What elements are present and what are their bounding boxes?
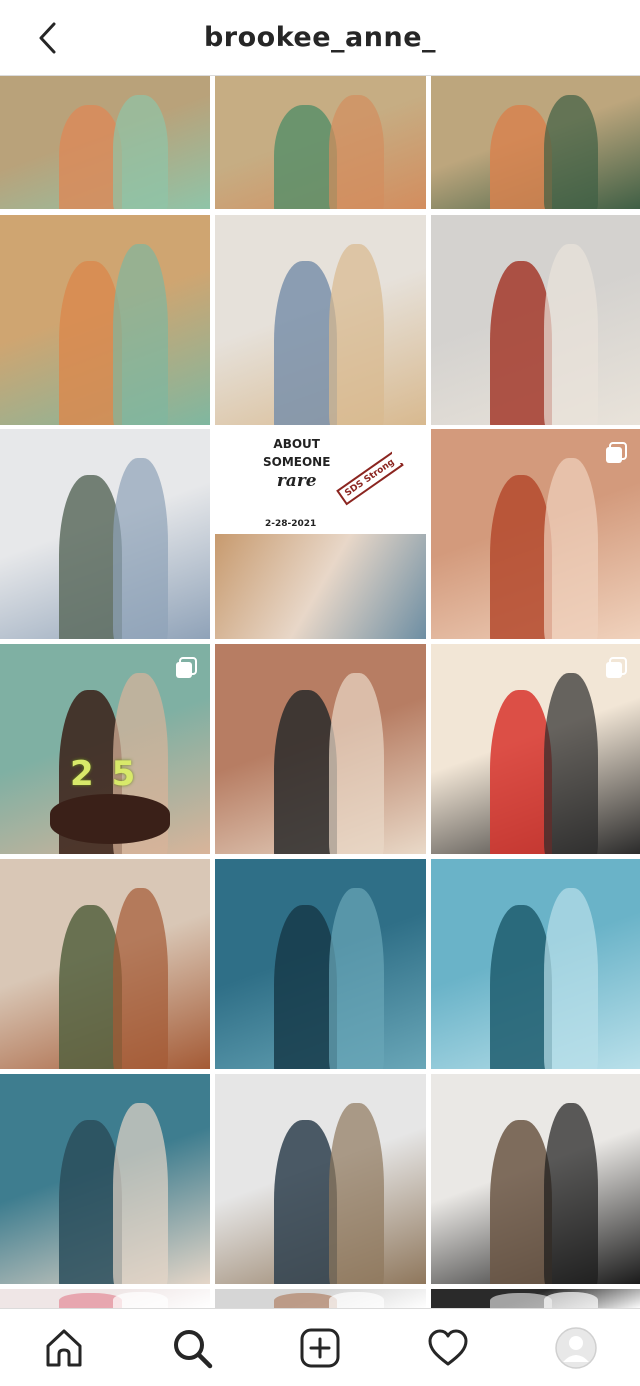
photo-subject [543,458,599,639]
tab-activity[interactable] [416,1316,480,1380]
post-thumbnail[interactable] [431,1074,640,1284]
photo-subject [328,673,384,854]
multiple-photos-icon [176,657,197,678]
photo-subject [328,1291,384,1308]
post-thumbnail[interactable] [215,859,426,1069]
post-thumbnail[interactable] [431,859,640,1069]
tab-create[interactable] [288,1316,352,1380]
bottom-tab-bar [0,1308,640,1386]
search-icon [174,1329,213,1368]
heart-icon [428,1329,468,1365]
back-button[interactable] [28,18,68,58]
post-thumbnail[interactable] [431,215,640,425]
post-thumbnail[interactable] [0,76,210,209]
photo-subject [543,1291,599,1308]
multiple-photos-icon [606,442,627,463]
post-thumbnail[interactable] [431,429,640,639]
photo-subject [543,1103,599,1284]
photo-subject [489,261,553,425]
photo-subject [328,94,384,209]
collage-text-line2: SOMEONE [263,455,331,469]
photo-subject [328,1103,384,1284]
post-thumbnail[interactable] [0,859,210,1069]
photo-subject [543,94,599,209]
photo-subject [489,105,553,209]
photo-subject [274,690,338,854]
photo-subject [113,1291,168,1308]
photo-subject [58,105,122,209]
photo-subject [274,1293,338,1308]
avatar-icon [555,1326,597,1369]
tab-profile[interactable] [544,1316,608,1380]
chevron-left-icon [39,22,56,54]
collage-date: 2-28-2021 [265,519,317,529]
photo-subject [489,905,553,1069]
photo-subject [328,888,384,1069]
post-thumbnail[interactable] [0,429,210,639]
profile-username: brookee_anne_ [203,22,437,53]
photo-subject [274,905,338,1069]
post-thumbnail[interactable] [0,215,210,425]
collage-text-line1: ABOUT [273,437,320,451]
photo-subject [113,458,168,639]
home-icon [46,1329,82,1366]
photo-subject [543,888,599,1069]
tab-search[interactable] [160,1316,224,1380]
photo-subject [113,244,168,425]
cake-candle-numbers: 25 [70,754,154,794]
collage-heading: ABOUT SOMEONE rare [263,435,330,491]
photo-subject [274,261,338,425]
photo-subject [58,905,122,1069]
collage-photo [215,534,426,639]
multiple-photos-icon [392,442,413,463]
post-thumbnail[interactable] [215,1074,426,1284]
photo-subject [543,673,599,854]
post-thumbnail[interactable]: 25 [0,644,210,854]
photo-subject [489,690,553,854]
photo-subject [113,94,168,209]
post-thumbnail[interactable] [431,1289,640,1308]
photo-subject [543,244,599,425]
photo-subject [58,475,122,639]
top-header: brookee_anne_ [0,0,640,76]
post-thumbnail[interactable]: ABOUT SOMEONE rare SDS Strong 2-28-2021 [215,429,426,639]
post-thumbnail[interactable] [0,1074,210,1284]
birthday-cake [50,794,170,844]
posts-grid: ABOUT SOMEONE rare SDS Strong 2-28-2021 25 [0,76,640,1308]
photo-subject [58,261,122,425]
photo-subject [489,1293,553,1308]
photo-subject [489,1120,553,1284]
post-thumbnail[interactable] [215,1289,426,1308]
photo-subject [328,244,384,425]
post-thumbnail[interactable] [431,76,640,209]
photo-subject [274,1120,338,1284]
photo-subject [58,1120,122,1284]
multiple-photos-icon [606,657,627,678]
photo-subject [113,888,168,1069]
photo-subject [274,105,338,209]
post-thumbnail[interactable] [215,76,426,209]
photo-subject [489,475,553,639]
post-thumbnail[interactable] [0,1289,210,1308]
tab-home[interactable] [32,1316,96,1380]
photo-subject [113,1103,168,1284]
post-thumbnail[interactable] [215,644,426,854]
plus-square-icon [300,1328,340,1367]
post-thumbnail[interactable] [431,644,640,854]
post-thumbnail[interactable] [215,215,426,425]
collage-text-line3: rare [276,471,317,491]
photo-subject [58,1293,122,1308]
